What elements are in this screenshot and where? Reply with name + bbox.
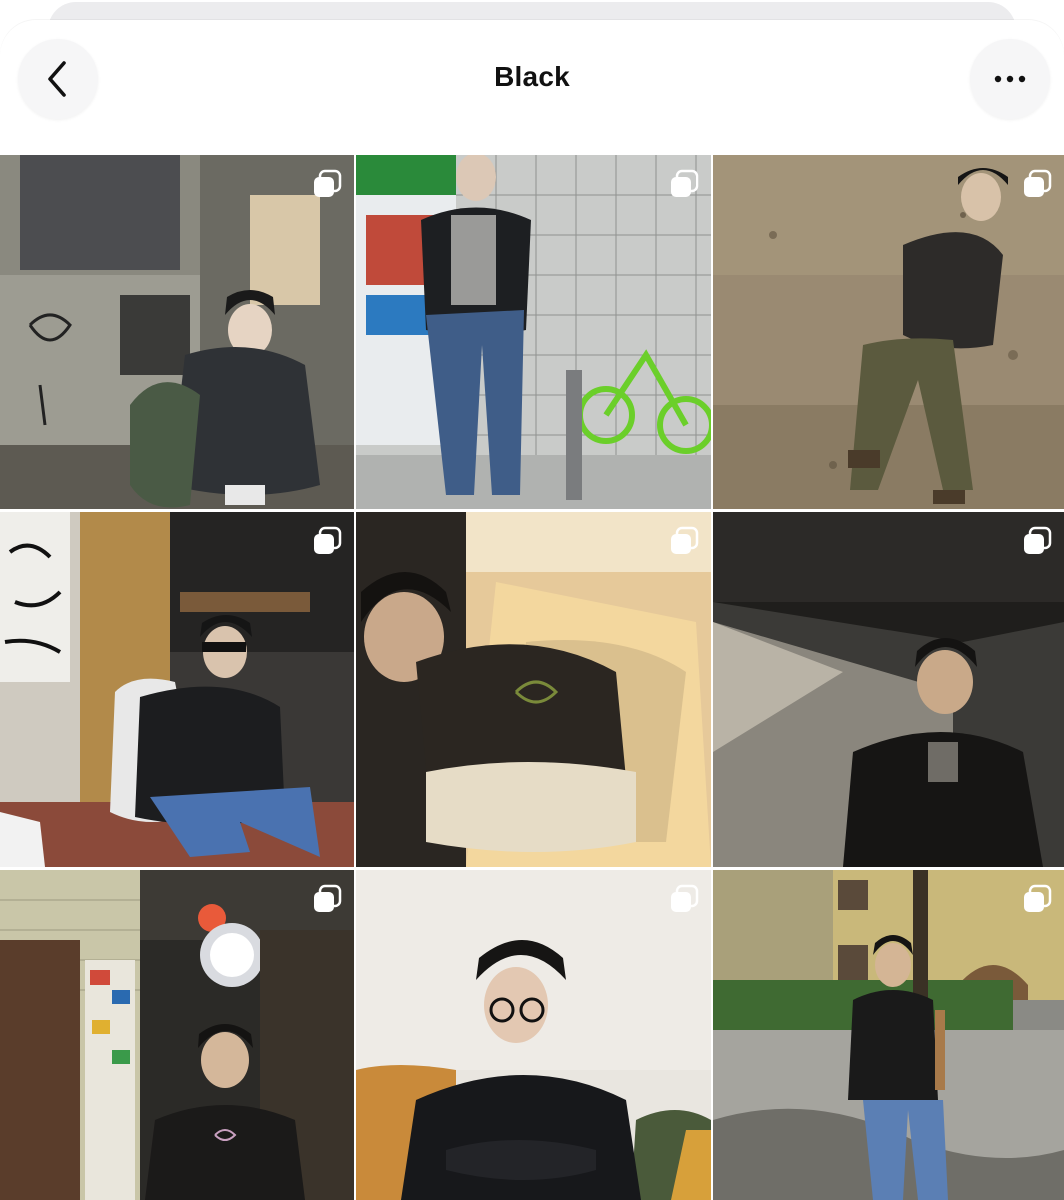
post-photo <box>713 155 1064 509</box>
page-title: Black <box>494 61 570 92</box>
post-photo <box>713 870 1064 1200</box>
multiple-photos-icon <box>671 884 699 912</box>
grid-post-4[interactable] <box>0 512 354 867</box>
grid-post-9[interactable] <box>713 870 1064 1200</box>
grid-post-3[interactable] <box>713 155 1064 509</box>
more-horizontal-icon <box>994 75 1026 83</box>
grid-post-2[interactable] <box>356 155 711 509</box>
post-photo <box>356 512 711 867</box>
post-photo <box>0 512 354 867</box>
grid-post-5[interactable] <box>356 512 711 867</box>
post-photo <box>0 870 354 1200</box>
more-options-button[interactable] <box>970 39 1050 119</box>
multiple-photos-icon <box>1024 884 1052 912</box>
multiple-photos-icon <box>1024 169 1052 197</box>
post-photo <box>356 870 711 1200</box>
post-photo <box>0 155 354 509</box>
grid-post-6[interactable] <box>713 512 1064 867</box>
multiple-photos-icon <box>314 169 342 197</box>
multiple-photos-icon <box>314 884 342 912</box>
multiple-photos-icon <box>671 526 699 554</box>
grid-post-7[interactable] <box>0 870 354 1200</box>
top-bar: Black <box>0 20 1064 155</box>
post-photo <box>356 155 711 509</box>
grid-post-1[interactable] <box>0 155 354 509</box>
collection-page: Black <box>0 0 1064 1200</box>
grid-post-8[interactable] <box>356 870 711 1200</box>
multiple-photos-icon <box>314 526 342 554</box>
multiple-photos-icon <box>671 169 699 197</box>
multiple-photos-icon <box>1024 526 1052 554</box>
post-photo <box>713 512 1064 867</box>
photo-grid <box>0 155 1064 1200</box>
